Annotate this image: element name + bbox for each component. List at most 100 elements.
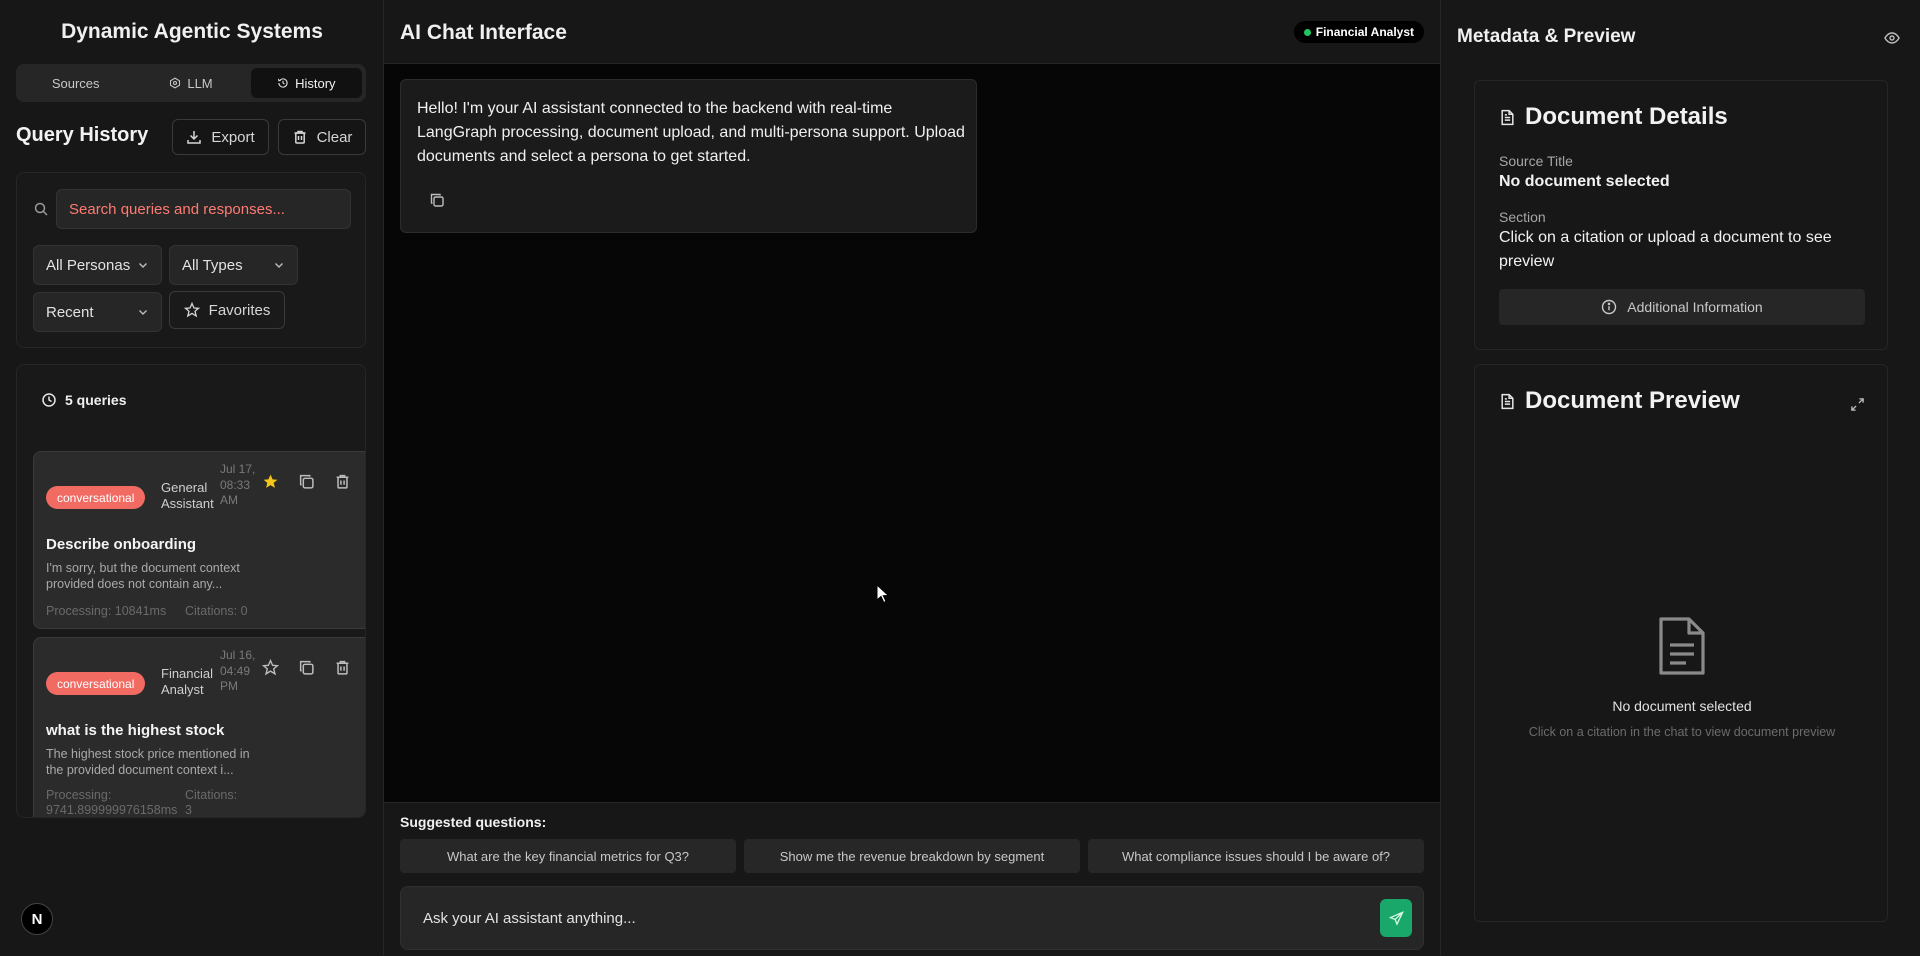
chat-input[interactable] [400,886,1424,950]
eye-icon[interactable] [1884,30,1900,46]
history-list: 5 queries conversational General Assista… [16,364,366,818]
history-icon [278,78,288,88]
query-history-title: Query History [16,124,149,146]
sort-filter-value: Recent [46,303,94,321]
suggestion-chip[interactable]: Show me the revenue breakdown by segment [744,839,1080,873]
document-preview-title: Document Preview [1525,387,1740,414]
export-label: Export [211,128,255,146]
clear-label: Clear [316,128,353,146]
type-badge: conversational [46,672,146,695]
query-title: Describe onboarding [46,536,197,553]
send-icon [1388,910,1404,926]
persona-label: Financial Analyst [161,666,214,697]
copy-button[interactable] [296,657,316,677]
tab-llm[interactable]: LLM [135,68,246,98]
document-preview-heading: Document Preview [1499,387,1740,415]
app-title: Dynamic Agentic Systems [61,20,323,43]
type-badge: conversational [46,486,146,509]
tab-label: History [295,75,336,91]
empty-document-icon [1659,617,1705,675]
favorite-button[interactable] [260,657,280,677]
file-text-icon [1501,109,1514,125]
favorites-button[interactable]: Favorites [169,291,285,329]
persona-filter-value: All Personas [46,256,131,274]
type-filter-value: All Types [182,256,243,274]
empty-state-title: No document selected [1612,698,1752,714]
query-count-text: 5 queries [65,392,127,408]
persona-label: General Assistant [161,480,214,511]
document-details-card: Document Details Source Title No documen… [1474,80,1888,350]
persona-filter-select[interactable]: All Personas [33,245,162,285]
chevron-down-icon [275,263,283,268]
cpu-icon [170,77,181,89]
tab-history[interactable]: History [250,68,362,98]
copy-icon [299,660,314,675]
item-actions [260,657,352,677]
sort-filter-select[interactable]: Recent [33,292,162,332]
response-preview: The highest stock price mentioned in the… [46,747,250,777]
processing-time: Processing: 9741.899999976158ms [46,788,178,817]
item-actions [260,471,352,491]
trash-icon [336,474,348,489]
search-icon [34,202,48,216]
trash-icon [294,130,306,144]
query-title: what is the highest stock [46,722,225,739]
citation-count: Citations: 0 [185,604,248,618]
chevron-down-icon [139,310,147,315]
copy-icon [299,474,314,489]
status-dot [1303,29,1311,36]
filter-panel: All Personas All Types Recent Favorites [16,172,366,348]
favorite-button[interactable] [260,471,280,491]
citation-count: Citations: 3 [185,788,238,817]
document-preview-card: Document Preview No document selected Cl… [1474,364,1888,922]
export-button[interactable]: Export [172,119,269,155]
expand-icon[interactable] [1850,397,1865,412]
star-icon [261,658,279,675]
chat-panel: AI Chat Interface Financial Analyst Hell… [384,0,1440,956]
left-sidebar: Dynamic Agentic Systems Sources LLM Hist… [0,0,384,956]
timestamp: Jul 16, 04:49 PM [220,648,256,693]
additional-information-label: Additional Information [1627,299,1763,315]
copy-icon[interactable] [429,192,445,208]
active-persona-label: Financial Analyst [1315,25,1414,39]
assistant-message-text: Hello! I'm your AI assistant connected t… [417,100,965,165]
history-item[interactable]: conversational Financial Analyst Jul 16,… [33,637,365,817]
sidebar-tabs: Sources LLM History [16,64,366,102]
empty-state-subtitle: Click on a citation in the chat to view … [1528,725,1836,739]
search-input[interactable] [56,189,351,229]
suggestion-chip[interactable]: What compliance issues should I be aware… [1088,839,1424,873]
mouse-cursor-icon [876,584,890,604]
additional-information-button[interactable]: Additional Information [1499,289,1865,325]
avatar[interactable]: N [21,903,53,935]
document-details-heading: Document Details [1499,103,1728,131]
processing-time: Processing: 10841ms [46,604,167,618]
tab-sources[interactable]: Sources [20,68,131,98]
clear-button[interactable]: Clear [278,119,366,155]
trash-icon [336,660,348,675]
delete-button[interactable] [332,657,352,677]
suggestion-chip[interactable]: What are the key financial metrics for Q… [400,839,736,873]
download-icon [187,131,202,144]
delete-button[interactable] [332,471,352,491]
file-text-icon [1501,393,1514,409]
history-item[interactable]: conversational General Assistant Jul 17,… [33,451,365,629]
info-icon [1602,299,1617,315]
tab-label: Sources [51,75,100,91]
copy-button[interactable] [296,471,316,491]
star-icon [183,302,200,318]
query-count: 5 queries [41,392,126,408]
favorites-label: Favorites [208,301,271,319]
send-button[interactable] [1380,899,1412,937]
type-filter-select[interactable]: All Types [169,245,298,285]
active-persona-badge[interactable]: Financial Analyst [1293,21,1424,43]
timestamp: Jul 17, 08:33 AM [220,462,256,507]
chat-header: AI Chat Interface Financial Analyst [384,0,1440,64]
suggested-questions-label: Suggested questions: [400,814,547,830]
source-title-label: Source Title [1499,153,1573,169]
tab-label: LLM [187,75,213,91]
section-label: Section [1499,209,1546,225]
assistant-message: Hello! I'm your AI assistant connected t… [400,79,977,233]
chat-input-area: Suggested questions: What are the key fi… [384,802,1440,956]
document-details-title: Document Details [1525,103,1728,130]
response-preview: I'm sorry, but the document context prov… [46,561,240,591]
